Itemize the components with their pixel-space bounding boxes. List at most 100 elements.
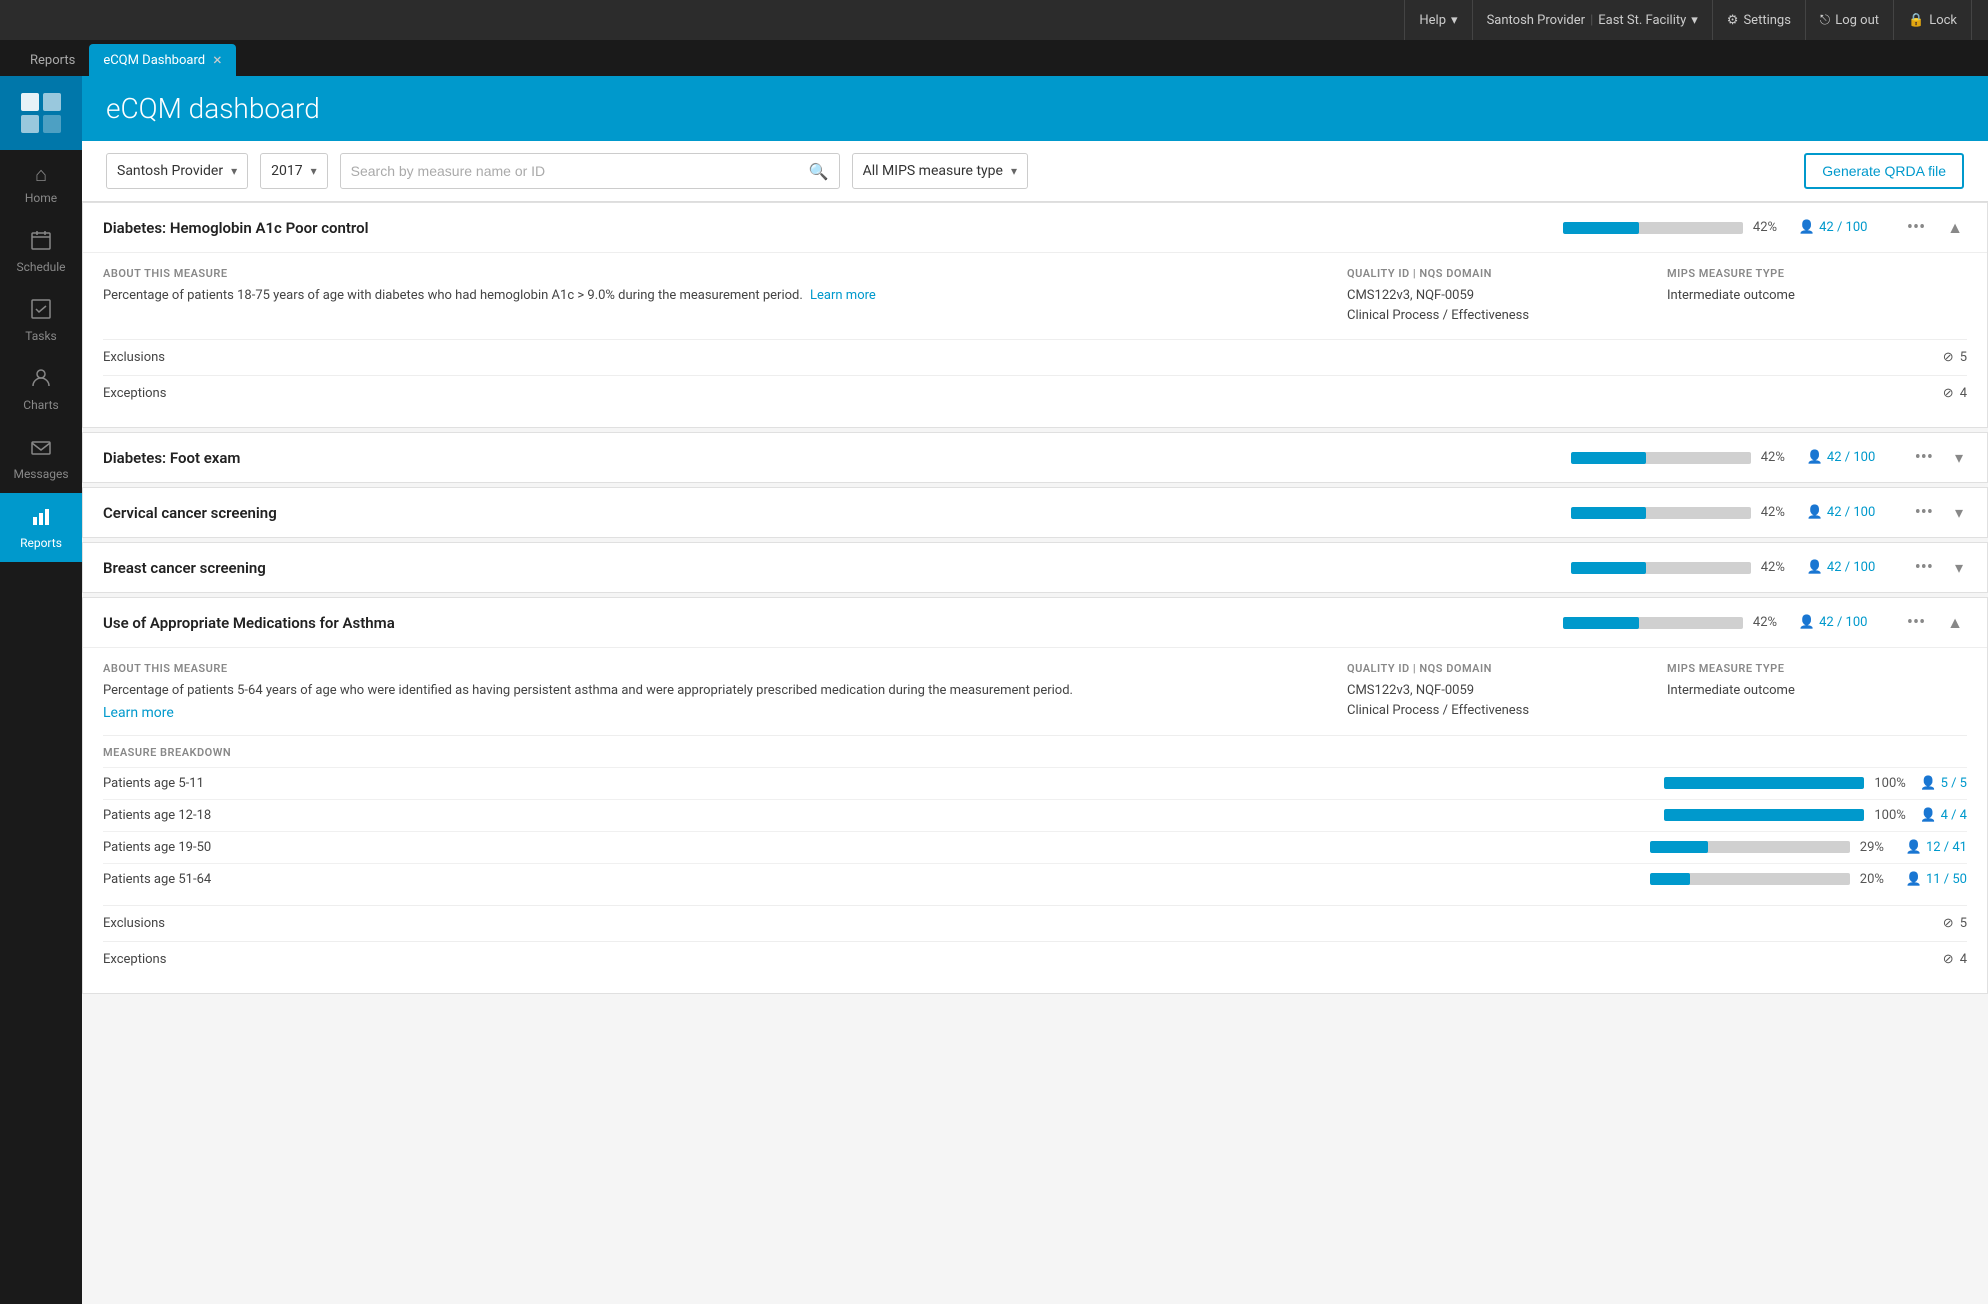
measure-header-1[interactable]: Diabetes: Hemoglobin A1c Poor control 42… — [83, 203, 1987, 252]
lock-item[interactable]: 🔒 Lock — [1894, 0, 1972, 40]
patient-count-value-5: 42 / 100 — [1819, 615, 1867, 630]
provider-select-value: Santosh Provider — [117, 163, 223, 179]
breakdown-row-5-3: Patients age 19-50 29% 👤 12 / 41 — [103, 831, 1967, 863]
progress-bar-fill-5 — [1563, 617, 1639, 629]
collapse-btn-1[interactable]: ▲ — [1943, 218, 1967, 238]
logout-icon: ⎋ — [1820, 13, 1830, 28]
provider-select[interactable]: Santosh Provider ▾ — [106, 153, 248, 189]
filter-bar: Santosh Provider ▾ 2017 ▾ 🔍 All MIPS mea… — [82, 141, 1988, 202]
sidebar-item-charts[interactable]: Charts — [0, 355, 82, 424]
sidebar-schedule-label: Schedule — [16, 260, 65, 274]
measure-type-chevron-icon: ▾ — [1011, 164, 1017, 178]
breakdown-progress-5-3: 29% 👤 12 / 41 — [1650, 840, 1967, 855]
breakdown-pct-5-3: 29% — [1860, 840, 1896, 855]
breakdown-row-5-4: Patients age 51-64 20% 👤 11 / 50 — [103, 863, 1967, 895]
breakdown-count-5-4: 👤 11 / 50 — [1906, 872, 1967, 887]
home-icon: ⌂ — [35, 162, 47, 187]
more-options-4[interactable]: ••• — [1907, 557, 1941, 578]
breakdown-pct-5-1: 100% — [1874, 776, 1910, 791]
about-label-1: ABOUT THIS MEASURE — [103, 267, 1327, 280]
about-description-1: Percentage of patients 18-75 years of ag… — [103, 288, 803, 303]
breakdown-pct-5-4: 20% — [1860, 872, 1896, 887]
measure-title-3: Cervical cancer screening — [103, 504, 303, 522]
detail-mips-5: MIPS MEASURE TYPE Intermediate outcome — [1667, 662, 1967, 721]
detail-quality-5: QUALITY ID | NQS DOMAIN CMS122v3, NQF-00… — [1347, 662, 1647, 721]
sidebar-item-tasks[interactable]: Tasks — [0, 286, 82, 355]
sidebar-item-schedule[interactable]: Schedule — [0, 217, 82, 286]
settings-label: Settings — [1743, 13, 1790, 28]
patient-count-value-4: 42 / 100 — [1827, 560, 1875, 575]
mips-label-5: MIPS MEASURE TYPE — [1667, 662, 1967, 675]
sidebar-item-home[interactable]: ⌂ Home — [0, 150, 82, 217]
reports-icon — [30, 505, 52, 532]
sidebar-item-messages[interactable]: Messages — [0, 424, 82, 493]
breakdown-bar-container-5-4 — [1650, 873, 1850, 885]
tab-close-icon[interactable]: × — [213, 52, 222, 68]
breakdown-name-5-4: Patients age 51-64 — [103, 872, 263, 887]
progress-pct-4: 42% — [1761, 560, 1797, 575]
facility-name: East St. Facility — [1598, 13, 1686, 28]
learn-more-link-5[interactable]: Learn more — [103, 705, 1327, 721]
measure-progress-5: 42% 👤 42 / 100 ••• ▲ — [1563, 612, 1967, 633]
patient-count-2: 👤 42 / 100 — [1807, 450, 1897, 465]
patient-icon-4: 👤 — [1807, 560, 1823, 575]
breakdown-name-5-1: Patients age 5-11 — [103, 776, 263, 791]
measure-card-3: Cervical cancer screening 42% 👤 42 / 100… — [82, 487, 1988, 538]
breakdown-patient-icon-5-1: 👤 — [1920, 776, 1936, 791]
measure-header-4[interactable]: Breast cancer screening 42% 👤 42 / 100 •… — [83, 543, 1987, 592]
expand-btn-4[interactable]: ▾ — [1951, 558, 1967, 577]
exceptions-row-5: Exceptions ⊘ 4 — [103, 941, 1967, 977]
year-select[interactable]: 2017 ▾ — [260, 153, 328, 189]
page-header: eCQM dashboard — [82, 76, 1988, 141]
tab-ecqm[interactable]: eCQM Dashboard × — [89, 44, 235, 76]
search-icon: 🔍 — [809, 162, 829, 181]
search-input[interactable] — [351, 163, 801, 179]
progress-pct-5: 42% — [1753, 615, 1789, 630]
generate-qrda-button[interactable]: Generate QRDA file — [1804, 153, 1964, 189]
progress-bar-fill-3 — [1571, 507, 1647, 519]
logout-label: Log out — [1835, 13, 1879, 28]
more-options-5[interactable]: ••• — [1899, 612, 1933, 633]
breakdown-row-5-2: Patients age 12-18 100% 👤 4 / 4 — [103, 799, 1967, 831]
separator: | — [1590, 13, 1593, 28]
search-box[interactable]: 🔍 — [340, 153, 840, 189]
measure-header-3[interactable]: Cervical cancer screening 42% 👤 42 / 100… — [83, 488, 1987, 537]
provider-facility[interactable]: Santosh Provider | East St. Facility ▾ — [1473, 0, 1713, 40]
sidebar-messages-label: Messages — [13, 467, 68, 481]
collapse-btn-5[interactable]: ▲ — [1943, 613, 1967, 633]
help-menu[interactable]: Help ▾ — [1404, 0, 1472, 40]
breakdown-count-5-1: 👤 5 / 5 — [1920, 776, 1967, 791]
more-options-3[interactable]: ••• — [1907, 502, 1941, 523]
learn-more-link-1[interactable]: Learn more — [810, 288, 876, 303]
measure-progress-1: 42% 👤 42 / 100 ••• ▲ — [1563, 217, 1967, 238]
logout-item[interactable]: ⎋ Log out — [1806, 0, 1894, 40]
mips-type-1: Intermediate outcome — [1667, 286, 1967, 306]
progress-bar-container-5 — [1563, 617, 1743, 629]
measure-type-select[interactable]: All MIPS measure type ▾ — [852, 153, 1028, 189]
settings-item[interactable]: ⚙ Settings — [1713, 0, 1806, 40]
logo — [0, 76, 82, 150]
measure-title-4: Breast cancer screening — [103, 559, 303, 577]
tasks-icon — [30, 298, 52, 325]
progress-bar-container-1 — [1563, 222, 1743, 234]
measure-card-2: Diabetes: Foot exam 42% 👤 42 / 100 ••• ▾ — [82, 432, 1988, 483]
provider-name: Santosh Provider — [1487, 13, 1586, 28]
breakdown-patient-icon-5-4: 👤 — [1906, 872, 1922, 887]
practice-fusion-logo — [19, 91, 63, 135]
measure-header-2[interactable]: Diabetes: Foot exam 42% 👤 42 / 100 ••• ▾ — [83, 433, 1987, 482]
sidebar-item-reports[interactable]: Reports — [0, 493, 82, 562]
breakdown-pct-5-2: 100% — [1874, 808, 1910, 823]
exceptions-count-1: ⊘ 4 — [1943, 386, 1967, 401]
patient-count-value-1: 42 / 100 — [1819, 220, 1867, 235]
more-options-2[interactable]: ••• — [1907, 447, 1941, 468]
exclusions-label-5: Exclusions — [103, 916, 165, 931]
expand-btn-2[interactable]: ▾ — [1951, 448, 1967, 467]
breakdown-progress-5-4: 20% 👤 11 / 50 — [1650, 872, 1967, 887]
tab-reports[interactable]: Reports — [16, 44, 89, 76]
expand-btn-3[interactable]: ▾ — [1951, 503, 1967, 522]
breakdown-name-5-3: Patients age 19-50 — [103, 840, 263, 855]
about-text-1: Percentage of patients 18-75 years of ag… — [103, 286, 1327, 306]
more-options-1[interactable]: ••• — [1899, 217, 1933, 238]
measure-header-5[interactable]: Use of Appropriate Medications for Asthm… — [83, 598, 1987, 647]
breakdown-bar-container-5-2 — [1664, 809, 1864, 821]
